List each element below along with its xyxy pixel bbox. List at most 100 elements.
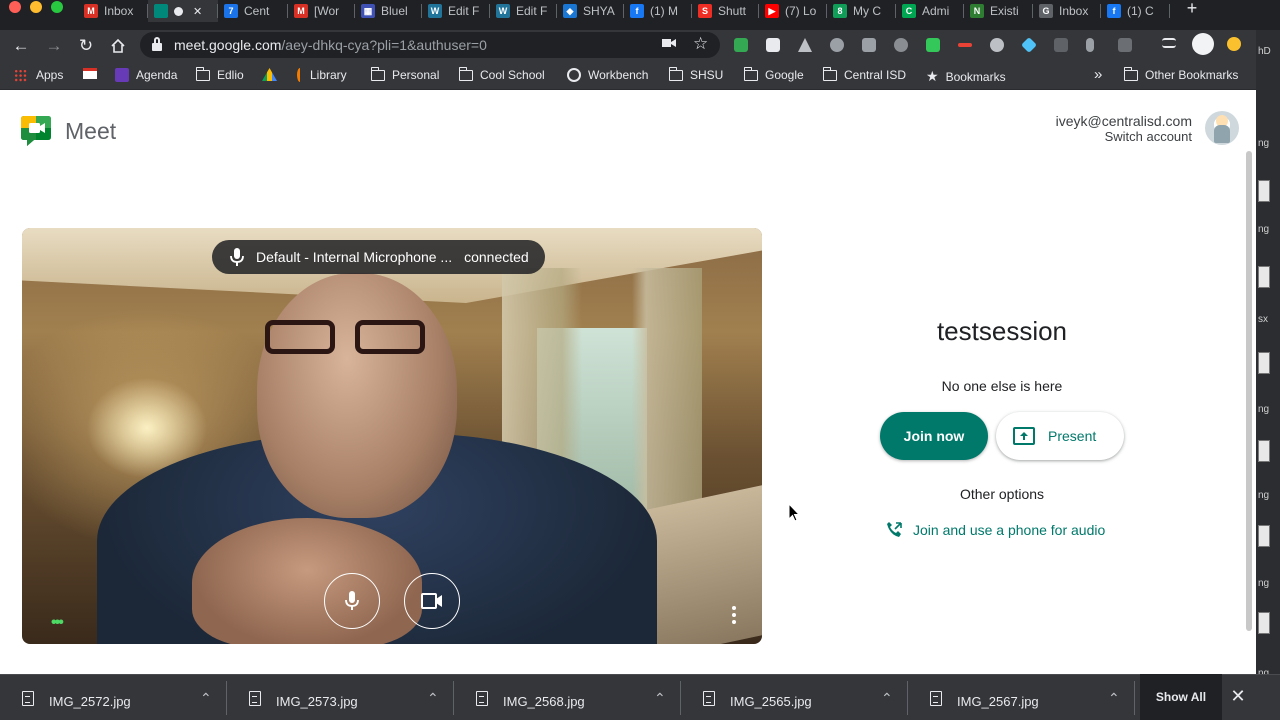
toggle-microphone-button[interactable] — [324, 573, 380, 629]
browser-tab[interactable]: ▶ (7) Lo — [759, 0, 827, 22]
bookmark-item[interactable]: Cool School — [458, 66, 545, 82]
desktop-file-icon[interactable] — [1258, 440, 1270, 462]
globe-icon — [567, 68, 581, 82]
bookmark-item[interactable]: Google — [743, 66, 804, 82]
browser-tab[interactable]: W Edit F — [490, 0, 557, 22]
desktop-file-icon[interactable] — [1258, 352, 1270, 374]
diamond-extension-icon[interactable] — [1021, 37, 1037, 53]
chevron-up-icon[interactable]: ⌃ — [654, 690, 666, 707]
bookmark-label: SHSU — [690, 68, 724, 82]
bookmark-item[interactable]: Edlio — [195, 66, 244, 82]
qr-extension-icon[interactable] — [1118, 38, 1132, 52]
join-now-button[interactable]: Join now — [880, 412, 988, 460]
folder-icon — [822, 66, 837, 81]
profile-avatar[interactable] — [1192, 33, 1214, 55]
chevron-up-icon[interactable]: ⌃ — [200, 690, 212, 707]
chevron-up-icon[interactable]: ⌃ — [881, 690, 893, 707]
present-button[interactable]: Present — [996, 412, 1124, 460]
browser-tab[interactable]: ◆ SHYA — [557, 0, 624, 22]
bookmarks-overflow-button[interactable]: » — [1094, 66, 1102, 83]
browser-tab[interactable]: ✕ — [148, 0, 218, 22]
desktop-file-icon[interactable] — [1258, 612, 1270, 634]
browser-tab[interactable]: f (1) M — [624, 0, 692, 22]
wave-extension-icon[interactable] — [958, 43, 972, 47]
account-avatar[interactable] — [1205, 111, 1239, 145]
download-item[interactable]: IMG_2568.jpg ⌃ — [454, 675, 681, 721]
tab-favicon-icon: M — [84, 4, 98, 18]
download-shelf: IMG_2572.jpg ⌃ IMG_2573.jpg ⌃ IMG_2568.jpg ⌃ I… — [0, 674, 1280, 720]
bookmark-item[interactable]: SHSU — [668, 66, 724, 82]
bookmark-item[interactable]: Library — [297, 68, 347, 82]
close-tab-icon[interactable]: ✕ — [193, 5, 202, 18]
download-item[interactable]: IMG_2567.jpg ⌃ — [908, 675, 1135, 721]
download-item[interactable]: IMG_2572.jpg ⌃ — [0, 675, 227, 721]
desktop-file-icon[interactable] — [1258, 266, 1270, 288]
browser-tab[interactable]: f (1) C — [1101, 0, 1170, 22]
bookmark-item[interactable]: ★ Bookmarks — [926, 68, 1006, 85]
cast-extension-icon[interactable] — [734, 38, 748, 52]
kami-extension-icon[interactable] — [862, 38, 876, 52]
desktop-file-label: ng — [1258, 578, 1270, 589]
minimize-window-button[interactable] — [30, 1, 42, 13]
bookmark-item[interactable]: Apps — [14, 68, 63, 82]
desktop-file-icon[interactable] — [1258, 525, 1270, 547]
browser-tab[interactable]: N Existi — [964, 0, 1033, 22]
browser-tab[interactable]: G Inbox — [1033, 0, 1101, 22]
toggle-camera-button[interactable] — [404, 573, 460, 629]
page-scrollbar[interactable] — [1246, 151, 1252, 631]
show-all-downloads-button[interactable]: Show All — [1140, 674, 1222, 720]
desktop-file-label: ng — [1258, 490, 1270, 501]
desktop-file-icon[interactable] — [1258, 180, 1270, 202]
home-icon — [111, 38, 125, 53]
browser-tab[interactable]: 8 My C — [827, 0, 896, 22]
forward-button[interactable]: → — [43, 35, 65, 57]
microphone-extension-icon[interactable] — [1086, 38, 1094, 52]
stats-extension-icon[interactable] — [990, 38, 1004, 52]
bookmark-item[interactable] — [83, 68, 104, 79]
other-bookmarks-folder[interactable]: Other Bookmarks — [1123, 66, 1238, 82]
bookmark-item[interactable] — [262, 68, 284, 81]
microphone-status-pill[interactable]: Default - Internal Microphone ... connec… — [212, 240, 545, 274]
camera-icon[interactable] — [662, 36, 676, 52]
new-tab-button[interactable]: + — [1183, 0, 1201, 18]
browser-tab[interactable]: S Shutt — [692, 0, 759, 22]
readwrite-extension-icon[interactable] — [830, 38, 844, 52]
bookmark-item[interactable]: Agenda — [115, 68, 177, 82]
screencast-extension-icon[interactable] — [894, 38, 908, 52]
address-bar[interactable]: meet.google.com/aey-dhkq-cya?pli=1&authu… — [140, 32, 720, 58]
download-item[interactable]: IMG_2573.jpg ⌃ — [227, 675, 454, 721]
drive-extension-icon[interactable] — [798, 38, 812, 52]
video-more-options-button[interactable] — [731, 606, 737, 626]
camera-icon — [421, 593, 442, 609]
chevron-up-icon[interactable]: ⌃ — [1108, 690, 1120, 707]
switch-account-link[interactable]: Switch account — [1105, 129, 1192, 144]
reader-extension-icon[interactable] — [766, 38, 780, 52]
close-download-shelf-button[interactable]: ✕ — [1230, 687, 1246, 705]
emoji-extension-icon[interactable] — [926, 38, 940, 52]
reload-button[interactable]: ↻ — [75, 35, 97, 57]
home-button[interactable] — [107, 35, 129, 57]
browser-tab[interactable]: M [Wor — [288, 0, 355, 22]
update-indicator[interactable] — [1227, 37, 1241, 51]
browser-tab[interactable]: C Admi — [896, 0, 964, 22]
close-window-button[interactable] — [9, 1, 21, 13]
bookmark-item[interactable]: Personal — [370, 66, 439, 82]
browser-tab[interactable]: W Edit F — [422, 0, 490, 22]
chevron-up-icon[interactable]: ⌃ — [427, 690, 439, 707]
zoom-window-button[interactable] — [51, 1, 63, 13]
phone-audio-link[interactable]: Join and use a phone for audio — [886, 521, 1105, 538]
bookmark-star-icon[interactable]: ☆ — [693, 34, 708, 54]
back-button[interactable]: ← — [10, 35, 32, 57]
download-item[interactable]: IMG_2565.jpg ⌃ — [681, 675, 908, 721]
tab-label: Edit F — [448, 4, 480, 18]
bookmark-item[interactable]: Central ISD — [822, 66, 906, 82]
browser-tab[interactable]: 7 Cent — [218, 0, 288, 22]
grey-extension-icon[interactable] — [1054, 38, 1068, 52]
image-file-icon — [930, 691, 942, 706]
browser-tab[interactable]: ▦ Bluel — [355, 0, 422, 22]
playlist-icon[interactable] — [1162, 38, 1176, 48]
tab-label: Shutt — [718, 4, 747, 18]
bookmark-item[interactable]: Workbench — [567, 68, 648, 82]
folder-icon — [195, 66, 210, 81]
browser-tab[interactable]: M Inbox — [78, 0, 148, 22]
